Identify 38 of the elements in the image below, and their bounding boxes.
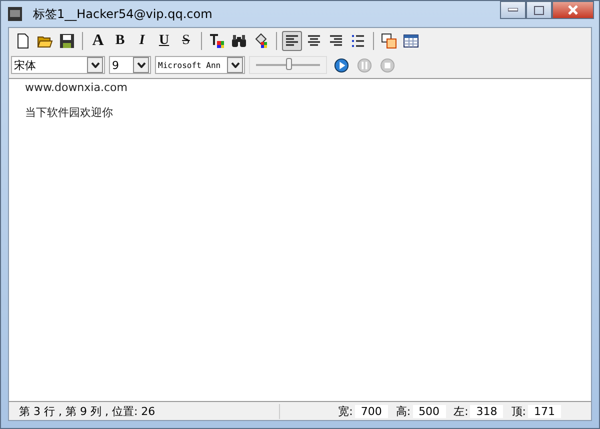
format-button[interactable]: B (110, 31, 130, 51)
window-title: 标签1__Hacker54@vip.qq.com (33, 6, 212, 22)
status-value: 318 (470, 404, 504, 418)
align-left-icon[interactable] (282, 31, 302, 51)
status-value: 171 (528, 404, 561, 418)
text-color-icon[interactable] (207, 31, 227, 51)
volume-slider[interactable] (249, 56, 327, 74)
status-label: 高: (396, 404, 411, 418)
chevron-down-icon (136, 62, 146, 68)
slider-thumb[interactable] (286, 58, 292, 70)
status-label: 左: (454, 404, 468, 418)
windows-icon[interactable] (379, 31, 399, 51)
format-button[interactable]: U (154, 31, 174, 51)
minimize-icon (508, 8, 518, 12)
status-value: 700 (354, 404, 388, 418)
play-button[interactable] (333, 56, 350, 74)
status-label: 宽: (338, 404, 353, 418)
app-icon (7, 6, 23, 22)
font-dropdown[interactable]: 宋体 (11, 56, 105, 74)
close-icon (567, 5, 579, 15)
close-button[interactable] (552, 1, 594, 19)
save-icon[interactable] (57, 31, 77, 51)
text-line: 当下软件园欢迎你 (25, 105, 114, 120)
cursor-position: 第 3 行 , 第 9 列 , 位置: 26 (19, 404, 280, 418)
maximize-button[interactable] (526, 1, 552, 19)
size-dropdown[interactable]: 9 (109, 56, 151, 74)
text-line: www.downxia.com (25, 81, 128, 94)
maximize-icon (534, 6, 544, 14)
format-button[interactable]: A (88, 31, 108, 51)
status-label: 顶: (511, 404, 526, 418)
format-button[interactable]: S (176, 31, 196, 51)
minimize-button[interactable] (500, 1, 526, 19)
text-editor[interactable]: www.downxia.com 当下软件园欢迎你 (9, 78, 591, 402)
font-dropdown[interactable]: Microsoft Ann (155, 56, 245, 74)
status-value: 500 (412, 404, 446, 418)
chevron-down-icon (230, 62, 240, 68)
format-button[interactable]: I (132, 31, 152, 51)
chevron-down-icon (90, 62, 100, 68)
